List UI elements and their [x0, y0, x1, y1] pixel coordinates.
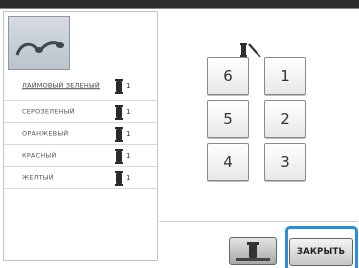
spool-count: 1 — [126, 173, 131, 182]
thread-spool-icon — [115, 148, 123, 164]
needle-button-3[interactable]: 3 — [264, 143, 306, 181]
spool-base — [236, 258, 270, 261]
color-row-orange[interactable]: ОРАНЖЕВЫЙ 1 — [4, 122, 157, 144]
needle-panel: 6 1 5 2 4 3 ЗАКРЫТЬ — [159, 11, 358, 268]
thread-spool-icon — [115, 104, 123, 120]
color-list: ЛАЙМОВЫЙ ЗЕЛЕНЫЙ 1 СЕРОЗЕЛЕНЫЙ 1 ОРАНЖЕВ… — [4, 72, 157, 189]
spool-stand-button[interactable] — [229, 237, 277, 265]
divider — [159, 221, 358, 222]
spool-count: 1 — [126, 82, 131, 90]
thread-spool-icon — [247, 242, 259, 258]
color-row-gray-green[interactable]: СЕРОЗЕЛЕНЫЙ 1 — [4, 100, 157, 122]
needle-button-2[interactable]: 2 — [264, 100, 306, 138]
thread-spool-icon — [115, 126, 123, 142]
needle-button-6[interactable]: 6 — [207, 57, 249, 95]
color-row-lime-green[interactable]: ЛАЙМОВЫЙ ЗЕЛЕНЫЙ 1 — [4, 72, 157, 100]
spool-count: 1 — [126, 151, 131, 160]
color-name: СЕРОЗЕЛЕНЫЙ — [22, 106, 75, 115]
thread-spool-icon — [115, 170, 123, 186]
close-button[interactable]: ЗАКРЫТЬ — [289, 238, 353, 266]
needle-button-1[interactable]: 1 — [264, 57, 306, 95]
needle-button-4[interactable]: 4 — [207, 143, 249, 181]
color-row-yellow[interactable]: ЖЕЛТЫЙ 1 — [4, 166, 157, 189]
color-name: ОРАНЖЕВЫЙ — [22, 128, 69, 137]
top-bar — [0, 0, 359, 9]
color-name: ЛАЙМОВЫЙ ЗЕЛЕНЫЙ — [22, 81, 100, 90]
thread-color-panel: ЛАЙМОВЫЙ ЗЕЛЕНЫЙ 1 СЕРОЗЕЛЕНЫЙ 1 ОРАНЖЕВ… — [3, 11, 158, 261]
spool-count: 1 — [126, 129, 131, 138]
color-row-red[interactable]: КРАСНЫЙ 1 — [4, 144, 157, 166]
color-name: ЖЕЛТЫЙ — [22, 172, 54, 181]
color-name: КРАСНЫЙ — [22, 150, 57, 159]
embroidery-preview-icon — [8, 16, 70, 70]
thread-spool-icon — [115, 79, 123, 94]
needle-button-5[interactable]: 5 — [207, 100, 249, 138]
screen: ЛАЙМОВЫЙ ЗЕЛЕНЫЙ 1 СЕРОЗЕЛЕНЫЙ 1 ОРАНЖЕВ… — [0, 0, 359, 268]
spool-count: 1 — [126, 107, 131, 116]
